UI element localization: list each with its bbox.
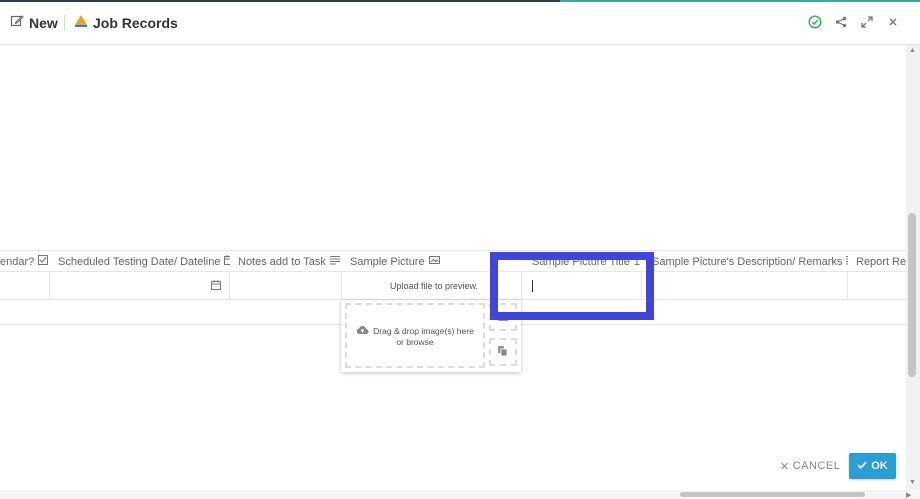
column-header-notes[interactable]: Notes add to Task xyxy=(230,251,342,272)
image-icon xyxy=(428,255,440,268)
dropzone-text: Drag & drop image(s) here xyxy=(373,325,474,336)
header-divider xyxy=(64,15,65,31)
text-lines-icon xyxy=(329,255,340,268)
close-icon[interactable] xyxy=(886,14,900,30)
edit-icon xyxy=(10,14,24,31)
close-icon: ✕ xyxy=(780,460,790,473)
new-label: New xyxy=(29,14,58,31)
column-header-picture-title[interactable]: Sample Picture Title xyxy=(522,251,642,272)
table-row: Upload file to preview. xyxy=(0,271,906,300)
share-icon[interactable] xyxy=(834,14,848,30)
cell-report-remarks[interactable] xyxy=(848,272,906,300)
cancel-button[interactable]: ✕ CANCEL xyxy=(780,459,840,473)
new-indicator: New xyxy=(10,14,58,31)
camera-button[interactable] xyxy=(489,303,517,331)
form-title: Job Records xyxy=(74,14,178,31)
scroll-up-icon[interactable]: ▲ xyxy=(909,47,916,54)
column-header-sample-picture[interactable]: Sample Picture xyxy=(342,251,522,272)
camera-icon xyxy=(498,308,508,326)
column-header-picture-description[interactable]: Sample Picture's Description/ Remarks xyxy=(642,251,848,272)
horizontal-scrollbar[interactable]: ▶ xyxy=(0,490,920,499)
cell-picture-title-input[interactable] xyxy=(522,272,642,300)
grid-header: endar? Scheduled Testing Date/ Dateline … xyxy=(0,250,906,271)
app-logo-icon xyxy=(74,14,88,31)
calendar-icon[interactable] xyxy=(211,280,221,292)
column-header-calendar[interactable]: endar? xyxy=(0,251,50,272)
image-dropzone[interactable]: Drag & drop image(s) here or browse xyxy=(345,303,485,368)
browse-link[interactable]: or browse xyxy=(396,337,433,347)
horizontal-scroll-thumb[interactable] xyxy=(680,492,865,497)
ok-button[interactable]: OK xyxy=(849,453,896,479)
upload-hint: Upload file to preview. xyxy=(390,281,479,291)
check-circle-icon[interactable] xyxy=(808,14,822,30)
cell-scheduled-date[interactable] xyxy=(50,272,230,300)
text-cursor-icon xyxy=(634,255,640,268)
text-caret xyxy=(532,280,533,292)
expand-icon[interactable] xyxy=(860,14,874,30)
copy-icon xyxy=(498,343,508,361)
checkmark-icon xyxy=(857,460,867,472)
column-header-scheduled-date[interactable]: Scheduled Testing Date/ Dateline xyxy=(50,251,230,272)
vertical-scrollbar[interactable]: ▲ ▼ xyxy=(906,45,920,490)
scroll-right-icon[interactable]: ▶ xyxy=(906,491,911,499)
cell-sample-picture[interactable]: Upload file to preview. xyxy=(342,272,522,300)
image-upload-popup: Drag & drop image(s) here or browse xyxy=(341,300,521,372)
cell-picture-description[interactable] xyxy=(642,272,848,300)
header-actions xyxy=(808,14,900,30)
scroll-down-icon[interactable]: ▼ xyxy=(909,479,916,486)
checkbox-icon xyxy=(38,255,49,268)
cloud-upload-icon xyxy=(356,325,369,337)
paste-button[interactable] xyxy=(489,338,517,366)
page-title: Job Records xyxy=(93,14,178,31)
vertical-scroll-thumb[interactable] xyxy=(908,213,916,377)
cell-notes[interactable] xyxy=(230,272,342,300)
cell-calendar[interactable] xyxy=(0,272,50,300)
dialog-header: New Job Records xyxy=(0,2,920,45)
column-header-report-remarks[interactable]: Report Rem xyxy=(848,251,906,272)
